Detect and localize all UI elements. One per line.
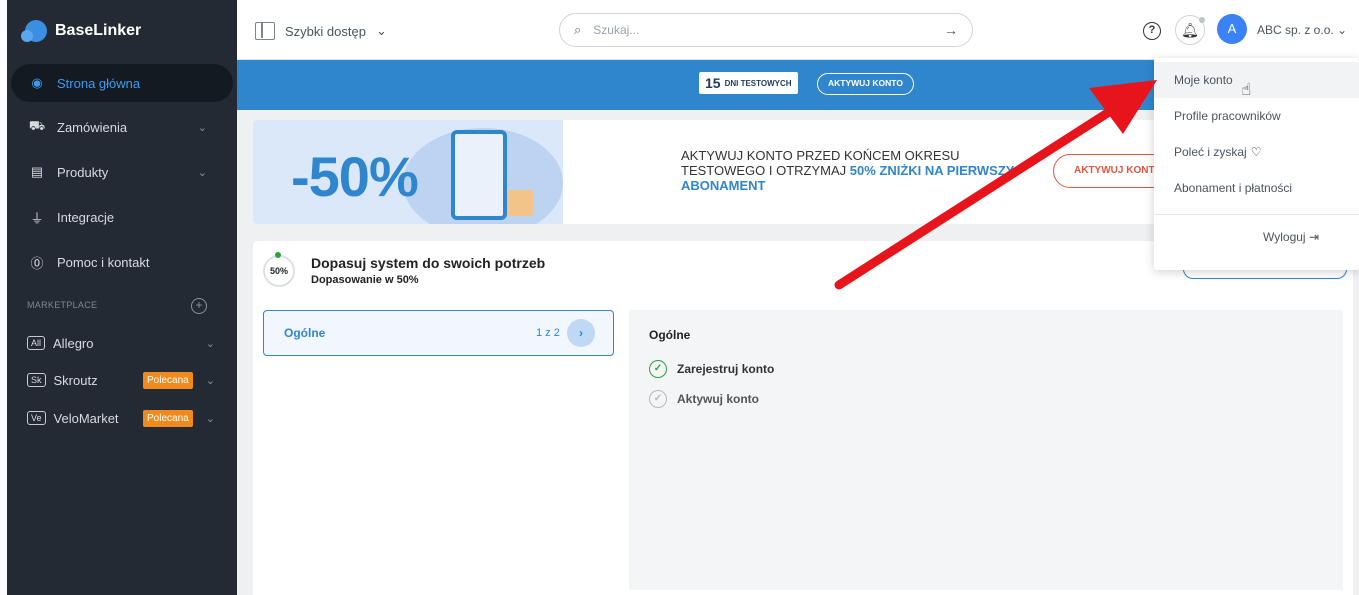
chevron-down-icon: ⌄ [375,23,387,38]
search-placeholder: Szukaj... [593,23,640,37]
logout-button[interactable]: Wyloguj ⇥ [1263,230,1319,244]
trial-days-count: 15 [705,75,721,91]
cart-icon: ⛟ [28,118,46,133]
logout-label: Wyloguj [1263,230,1306,244]
notifications-button[interactable]: 🔔︎ [1175,15,1205,45]
plug-icon: ⏚ [30,210,44,226]
search-icon: ⌕ [574,22,582,37]
chevron-down-icon: ⌄ [205,374,215,387]
recommended-badge: Polecana [143,409,193,427]
help-icon[interactable]: ? [1143,22,1161,40]
app-frame: BaseLinker ◉ Strona główna ⛟ Zamówienia … [7,0,1359,595]
marketplace-tag: Sk [27,373,46,387]
products-icon: ▤ [30,164,44,179]
marketplace-tag: All [27,336,46,350]
marketplace-label: Skroutz [53,372,98,388]
promo-illustration: -50% [253,120,563,224]
topbar: Szybki dostęp ⌄ ⌕ Szukaj... → ? 🔔︎ A ABC… [237,0,1359,60]
marketplace-item-skroutz[interactable]: Sk Skroutz Polecana ⌄ [27,368,223,392]
brand-logo[interactable]: BaseLinker [21,20,142,42]
sidebar-item-label: Integracje [57,209,115,225]
setup-subtitle: Dopasowanie w 50% [311,274,419,286]
chevron-down-icon: ⌄ [205,412,215,425]
help-icon: ⓪ [30,255,44,271]
sidebar-item-label: Zamówienia [57,119,128,135]
check-circle-icon: ✓ [649,360,667,378]
category-item-general[interactable]: Ogólne 1 z 2 › [263,310,614,356]
recommended-badge: Polecana [143,371,193,389]
task-register[interactable]: ✓ Zarejestruj konto [649,360,774,378]
chevron-down-icon: ⌄ [205,337,215,350]
notification-dot [1199,17,1205,23]
menu-item-employee-profiles[interactable]: Profile pracowników [1154,98,1359,134]
task-label: Aktywuj konto [677,392,760,406]
menu-item-my-account[interactable]: Moje konto ☝︎ [1154,62,1359,99]
trial-days-badge: 15 DNI TESTOWYCH [699,72,798,94]
chevron-right-icon[interactable]: › [567,319,595,347]
panel-toggle-icon [255,22,275,40]
setup-title: Dopasuj system do swoich potrzeb [311,255,546,271]
logout-icon: ⇥ [1308,230,1319,244]
setup-card: 50% Dopasuj system do swoich potrzeb Dop… [253,241,1353,595]
marketplace-label: VeloMarket [53,410,119,426]
sidebar-item-integrations[interactable]: ⏚ Integracje [11,198,233,236]
marketplace-tag: Ve [27,411,46,425]
account-menu-button[interactable]: ABC sp. z o.o. ⌄ [1257,23,1347,37]
check-circle-icon: ✓ [649,390,667,408]
brand-name: BaseLinker [55,22,142,39]
package-illustration-icon [507,190,533,216]
category-detail-panel: Ogólne ✓ Zarejestruj konto ✓ Aktywuj kon… [629,310,1343,590]
sidebar-item-help[interactable]: ⓪ Pomoc i kontakt [11,243,233,281]
sidebar-item-products[interactable]: ▤ Produkty ⌄ [11,153,233,191]
sidebar-item-home[interactable]: ◉ Strona główna [11,64,233,102]
category-label: Ogólne [284,326,326,340]
bell-icon: 🔔︎ [1181,22,1199,38]
arrow-right-icon[interactable]: → [944,22,958,38]
search-input[interactable]: ⌕ Szukaj... → [559,13,973,47]
menu-item-label: Profile pracowników [1174,109,1281,123]
sidebar-item-label: Produkty [57,164,109,180]
marketplace-label: Allegro [53,335,94,351]
chevron-down-icon: ⌄ [1337,23,1348,37]
account-dropdown-menu: Moje konto ☝︎ Profile pracowników Poleć … [1154,58,1359,270]
menu-item-label: Poleć i zyskaj [1174,145,1247,159]
task-activate[interactable]: ✓ Aktywuj konto [649,390,759,408]
marketplace-item-allegro[interactable]: All Allegro ⌄ [27,331,223,355]
phone-illustration-icon [451,130,507,220]
menu-item-refer[interactable]: Poleć i zyskaj ♡ [1154,134,1359,170]
menu-item-subscription[interactable]: Abonament i płatności [1154,170,1359,206]
trial-days-label: DNI TESTOWYCH [724,78,792,88]
menu-item-label: Moje konto [1174,73,1233,87]
heart-icon: ♡ [1250,145,1262,159]
promo-banner: -50% AKTYWUJ KONTO PRZED KOŃCEM OKRESU T… [253,120,1253,224]
activate-account-button[interactable]: AKTYWUJ KONTO [817,73,914,95]
detail-title: Ogólne [649,328,691,342]
sidebar-item-label: Strona główna [57,75,141,91]
add-marketplace-icon[interactable]: + [191,298,207,314]
sidebar: BaseLinker ◉ Strona główna ⛟ Zamówienia … [7,0,237,595]
avatar[interactable]: A [1217,14,1247,44]
logo-icon [21,20,47,42]
quick-access-button[interactable]: Szybki dostęp ⌄ [255,22,387,40]
promo-text: AKTYWUJ KONTO PRZED KOŃCEM OKRESU TESTOW… [681,148,1041,193]
chevron-down-icon: ⌄ [197,166,207,179]
menu-item-label: Abonament i płatności [1174,181,1293,195]
marketplace-heading: MARKETPLACE [27,300,98,310]
promo-discount: -50% [291,145,419,208]
category-count: 1 z 2 [536,327,560,339]
quick-access-label: Szybki dostęp [285,23,366,39]
chevron-down-icon: ⌄ [197,121,207,134]
dashboard-icon: ◉ [31,75,43,90]
progress-circle: 50% [263,252,295,287]
menu-divider [1154,214,1359,215]
sidebar-item-label: Pomoc i kontakt [57,254,150,270]
company-name: ABC sp. z o.o. [1257,23,1334,37]
marketplace-item-velomarket[interactable]: Ve VeloMarket Polecana ⌄ [27,406,223,430]
task-label: Zarejestruj konto [677,362,775,376]
sidebar-item-orders[interactable]: ⛟ Zamówienia ⌄ [11,108,233,146]
